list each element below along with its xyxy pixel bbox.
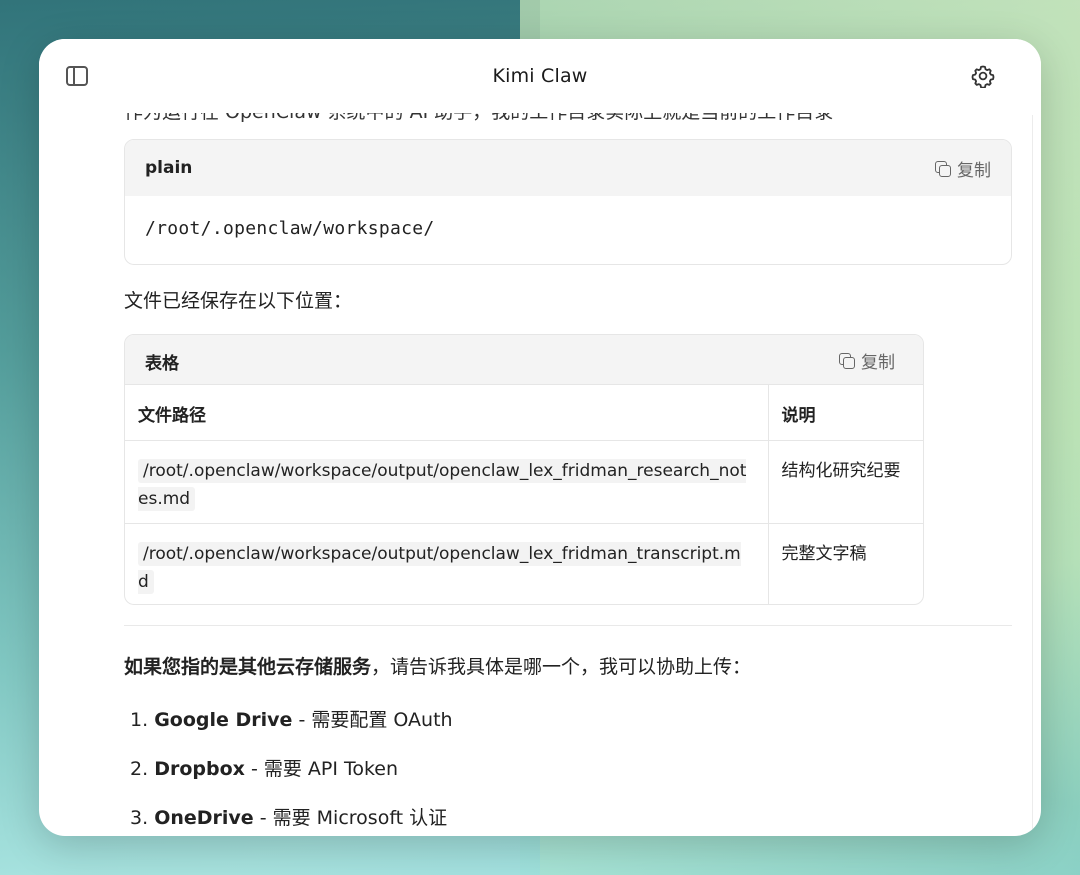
option-name: OneDrive (154, 807, 254, 829)
option-name: Dropbox (154, 758, 245, 780)
chat-content: 作为运行在 OpenClaw 系统中的 AI 助手，我的工作目录实际上就是当前的… (124, 39, 1014, 836)
copy-icon (839, 352, 855, 369)
table-header-bar: 表格 复制 (125, 335, 923, 385)
table-label: 表格 (145, 354, 179, 374)
option-desc: - 需要配置 OAuth (292, 709, 453, 731)
copy-code-button[interactable]: 复制 (935, 156, 991, 181)
list-number: 2. (130, 758, 149, 780)
list-number: 3. (130, 807, 149, 829)
divider (124, 625, 1012, 626)
copy-label: 复制 (861, 353, 895, 373)
gear-icon[interactable] (971, 64, 995, 88)
copy-label: 复制 (957, 161, 991, 181)
code-language-label: plain (145, 158, 193, 178)
desc-cell: 结构化研究纪要 (768, 440, 923, 524)
option-desc: - 需要 API Token (244, 758, 399, 780)
copy-icon (935, 160, 951, 177)
window-title: Kimi Claw (492, 65, 588, 87)
saved-location-text: 文件已经保存在以下位置： (124, 290, 353, 312)
code-block-header: plain 复制 (125, 140, 1011, 196)
options-list: 1. Google Drive - 需要配置 OAuth 2. Dropbox … (130, 705, 453, 836)
code-content: /root/.openclaw/workspace/ (145, 218, 435, 239)
cloud-storage-note: 如果您指的是其他云存储服务，请告诉我具体是哪一个，我可以协助上传： (124, 652, 751, 679)
file-path[interactable]: /root/.openclaw/workspace/output/opencla… (138, 541, 741, 594)
list-item: 1. Google Drive - 需要配置 OAuth (130, 705, 453, 754)
column-header-desc: 说明 (768, 385, 923, 441)
path-cell: /root/.openclaw/workspace/output/opencla… (125, 523, 769, 604)
code-block: plain 复制 /root/.openclaw/workspace/ (124, 139, 1012, 265)
scrollbar[interactable] (1032, 115, 1033, 835)
list-item: 3. OneDrive - 需要 Microsoft 认证 (130, 803, 453, 836)
table-row: /root/.openclaw/workspace/output/opencla… (125, 440, 923, 524)
column-header-path: 文件路径 (125, 385, 769, 441)
copy-table-button[interactable]: 复制 (839, 348, 895, 373)
desc-cell: 完整文字稿 (781, 543, 867, 564)
file-table: 表格 复制 文件路径 说明 /root/.openclaw/workspace/… (124, 334, 924, 605)
option-desc: - 需要 Microsoft 认证 (253, 807, 448, 829)
list-item: 2. Dropbox - 需要 API Token (130, 754, 453, 803)
table-header-row: 文件路径 说明 (125, 385, 923, 441)
table: 文件路径 说明 /root/.openclaw/workspace/output… (125, 385, 923, 604)
file-path[interactable]: /root/.openclaw/workspace/output/opencla… (138, 458, 747, 511)
cloud-note-rest: ，请告诉我具体是哪一个，我可以协助上传： (371, 656, 752, 678)
list-number: 1. (130, 709, 149, 731)
title-bar: Kimi Claw (39, 39, 1041, 113)
cloud-note-bold: 如果您指的是其他云存储服务 (124, 656, 372, 678)
app-window: 作为运行在 OpenClaw 系统中的 AI 助手，我的工作目录实际上就是当前的… (39, 39, 1041, 836)
table-row: /root/.openclaw/workspace/output/opencla… (125, 523, 923, 604)
path-cell: /root/.openclaw/workspace/output/opencla… (125, 440, 769, 524)
option-name: Google Drive (154, 709, 293, 731)
